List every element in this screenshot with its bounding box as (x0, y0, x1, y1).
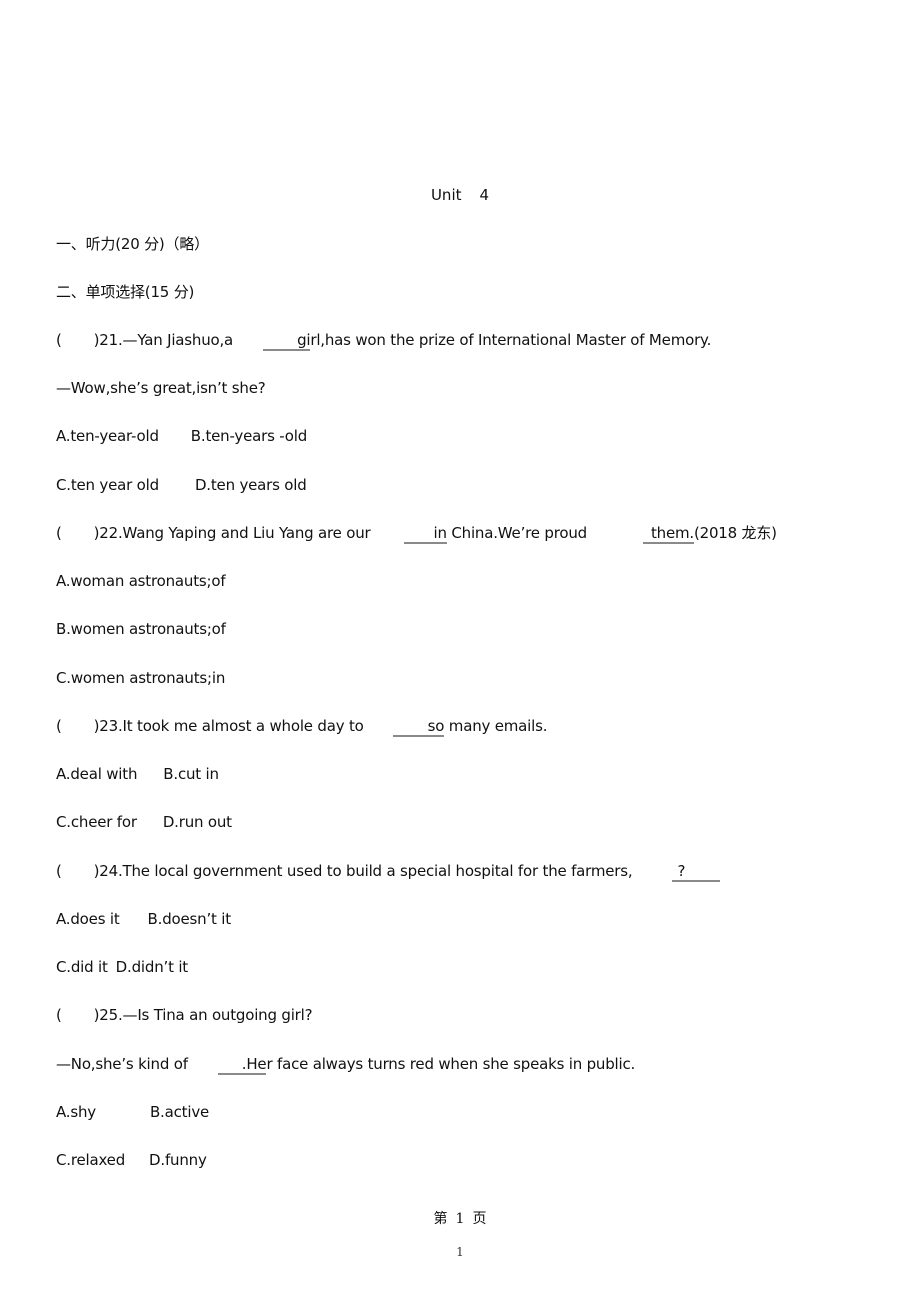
unit-number: 4 (479, 186, 490, 204)
answer-blank: so (392, 717, 445, 737)
question-24-options-row-2: C.did it D.didn’t it (56, 957, 188, 977)
page-number: 1 (455, 1211, 465, 1227)
answer-blank-2: them. (642, 524, 694, 544)
question-23-options-row-1: A.deal with B.cut in (56, 764, 219, 784)
question-21-text-rest: rl,has won the prize of International Ma… (310, 331, 712, 349)
blank-text: in (433, 524, 447, 542)
option-b: B.cut in (163, 765, 219, 783)
document-title: Unit 4 (0, 186, 920, 204)
question-25-options-row-1: A.shy B.active (56, 1102, 209, 1122)
answer-blank: ? (672, 862, 721, 882)
section-heading-listening: 一、听力(20 分)（略） (56, 235, 209, 253)
question-23-text-rest: many emails. (444, 717, 548, 735)
question-25-options-row-2: C.relaxed D.funny (56, 1150, 207, 1170)
option-d: D.didn’t it (115, 958, 189, 976)
question-24-options-row-1: A.does it B.doesn’t it (56, 909, 231, 929)
question-24-text: ( )24.The local government used to build… (56, 862, 633, 880)
blank-text: .He (241, 1055, 267, 1073)
question-24-stem: ( )24.The local government used to build… (56, 861, 721, 882)
question-22-stem: ( )22.Wang Yaping and Liu Yang are our in… (56, 523, 777, 544)
option-c: C.ten year old (56, 476, 159, 494)
page-prefix: 第 (433, 1211, 448, 1227)
question-21-response: —Wow,she’s great,isn’t she? (56, 379, 266, 397)
option-c: C.relaxed (56, 1151, 126, 1169)
option-d: D.ten years old (194, 476, 307, 494)
option-a: A.ten-year-old (56, 427, 159, 445)
section-heading-single-choice: 二、单项选择(15 分) (56, 283, 195, 301)
question-23-text: ( )23.It took me almost a whole day to (56, 717, 364, 735)
question-22-text: ( )22.Wang Yaping and Liu Yang are our (56, 524, 371, 542)
blank-text: so (427, 717, 445, 735)
option-a: A.shy (56, 1103, 96, 1121)
option-c: C.cheer for (56, 813, 137, 831)
question-22-option-a: A.woman astronauts;of (56, 572, 226, 590)
question-22-text-mid: China.We’re proud (446, 524, 587, 542)
blank-text: gi (297, 331, 311, 349)
question-25-text-rest: r face always turns red when she speaks … (266, 1055, 636, 1073)
page-index: 1 (456, 1245, 464, 1259)
option-d: D.funny (149, 1151, 207, 1169)
question-25-stem: ( )25.—Is Tina an outgoing girl? (56, 1006, 313, 1024)
answer-blank: gi (263, 331, 311, 351)
option-a: A.does it (56, 910, 120, 928)
blank-text: them. (650, 524, 694, 542)
question-21-text: ( )21.—Yan Jiashuo,a (56, 331, 234, 349)
blank-text: ? (677, 862, 686, 880)
question-25-text: —No,she’s kind of (56, 1055, 188, 1073)
question-25-response: —No,she’s kind of .Her face always turns … (56, 1054, 635, 1075)
option-b: B.doesn’t it (147, 910, 232, 928)
question-22-option-c: C.women astronauts;in (56, 669, 226, 687)
option-c: C.did it (56, 958, 108, 976)
option-d: D.run out (162, 813, 232, 831)
unit-label: Unit (430, 186, 462, 204)
question-23-options-row-2: C.cheer for D.run out (56, 812, 232, 832)
question-21-stem: ( )21.—Yan Jiashuo,a girl,has won the pri… (56, 330, 711, 351)
option-b: B.active (149, 1103, 210, 1121)
question-23-stem: ( )23.It took me almost a whole day to so… (56, 716, 547, 737)
answer-blank-1: in (403, 524, 447, 544)
question-22-option-b: B.women astronauts;of (56, 620, 226, 638)
question-21-options-row-1: A.ten-year-old B.ten-years -old (56, 426, 307, 446)
option-a: A.deal with (56, 765, 138, 783)
question-22-source: (2018 龙东) (693, 524, 777, 542)
question-21-options-row-2: C.ten year old D.ten years old (56, 475, 307, 495)
answer-blank: .He (217, 1055, 267, 1075)
page-footer-label: 第1页 (0, 1208, 920, 1228)
page-suffix: 页 (472, 1211, 487, 1227)
option-b: B.ten-years -old (190, 427, 308, 445)
